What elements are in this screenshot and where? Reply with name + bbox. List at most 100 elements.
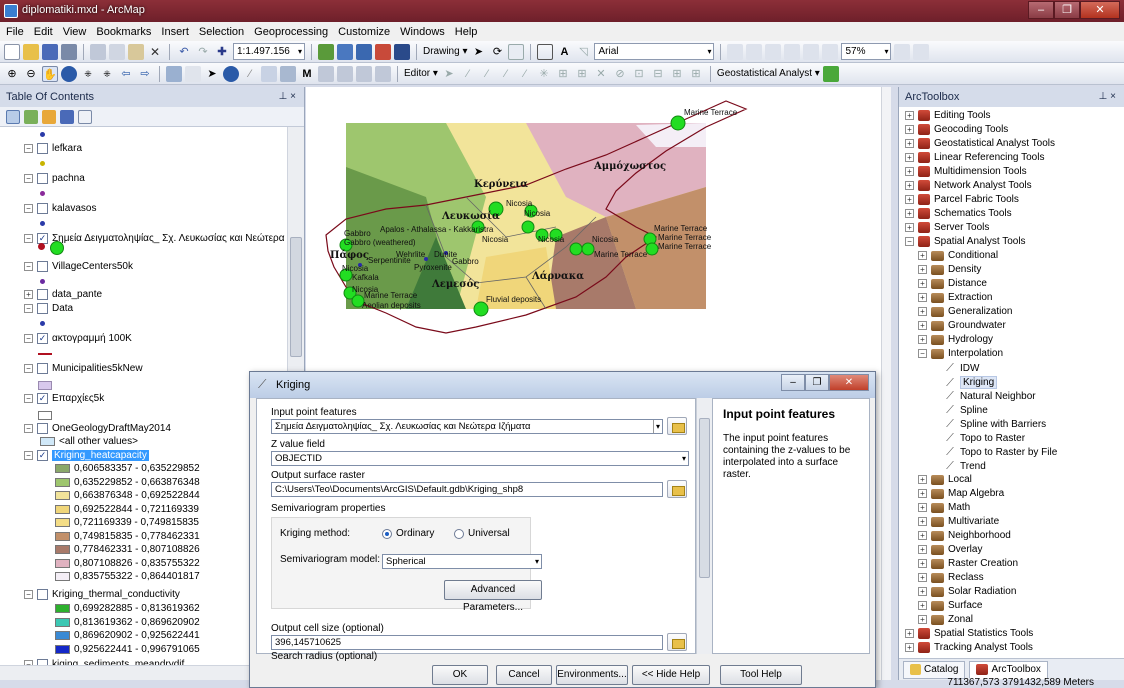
dialog-minimize-button[interactable]: –: [781, 374, 805, 391]
layer-checkbox[interactable]: [37, 303, 48, 314]
edit-tool-icon[interactable]: ➤: [441, 66, 457, 82]
layer-checkbox[interactable]: ✓: [37, 393, 48, 404]
catalog-window-icon[interactable]: [356, 43, 372, 60]
tool-help-button[interactable]: Tool Help: [720, 665, 802, 685]
expand-icon[interactable]: +: [905, 223, 914, 232]
toolbox-item[interactable]: + Geocoding Tools: [905, 124, 1008, 135]
delete-icon[interactable]: ✕: [147, 44, 163, 60]
toolbox-item[interactable]: + Schematics Tools: [905, 208, 1012, 219]
editor-menu[interactable]: Editor ▾: [404, 68, 438, 79]
attributes-icon[interactable]: ⊟: [650, 66, 666, 82]
layer-row[interactable]: − pachna: [24, 173, 85, 184]
toolbox-item[interactable]: + Groundwater: [918, 320, 1006, 331]
menu-windows[interactable]: Windows: [400, 26, 445, 38]
list-by-source-icon[interactable]: [24, 109, 38, 124]
toolbox-item[interactable]: + Server Tools: [905, 222, 989, 233]
toolbox-item[interactable]: ⟋ Kriging: [931, 376, 998, 389]
back-extent-icon[interactable]: ⇦: [118, 66, 134, 82]
toolbox-item[interactable]: + Surface: [918, 600, 982, 611]
tab-catalog[interactable]: Catalog: [903, 660, 966, 679]
cut-icon[interactable]: [90, 43, 106, 60]
drawing-menu[interactable]: Drawing ▾: [423, 46, 467, 57]
ok-button[interactable]: OK: [432, 665, 488, 685]
toolbox-item[interactable]: + Generalization: [918, 306, 1012, 317]
expand-icon[interactable]: +: [918, 615, 927, 624]
table-of-contents-icon[interactable]: [337, 43, 353, 60]
geostatistical-wizard-icon[interactable]: [822, 65, 839, 82]
new-document-icon[interactable]: [4, 43, 20, 60]
create-features-icon[interactable]: ⊞: [688, 66, 704, 82]
edit-annotation-icon[interactable]: ⁄: [460, 66, 476, 82]
collapse-icon[interactable]: −: [905, 237, 914, 246]
layout-zoom-in-icon[interactable]: [727, 43, 744, 60]
expand-icon[interactable]: +: [918, 251, 927, 260]
browse-input-button[interactable]: [667, 417, 687, 435]
layer-checkbox[interactable]: [37, 203, 48, 214]
undo-icon[interactable]: ↶: [176, 44, 192, 60]
collapse-icon[interactable]: −: [24, 394, 33, 403]
toolbox-item[interactable]: ⟋ Natural Neighbor: [931, 390, 1035, 402]
environments-button[interactable]: Environments...: [556, 665, 628, 685]
font-combo[interactable]: Arial ▾: [594, 43, 715, 60]
toolbox-item[interactable]: + Parcel Fabric Tools: [905, 194, 1019, 205]
layer-row[interactable]: − Data: [24, 303, 73, 314]
menu-edit[interactable]: Edit: [34, 26, 53, 38]
semivariogram-model-combo[interactable]: Spherical ▾: [382, 554, 542, 569]
toolbox-item[interactable]: + Raster Creation: [918, 558, 1018, 569]
open-folder-icon[interactable]: [23, 43, 39, 60]
text-style-icon[interactable]: ◹: [575, 44, 591, 60]
expand-icon[interactable]: +: [905, 209, 914, 218]
select-elements-arrow-icon[interactable]: ➤: [204, 66, 220, 82]
expand-icon[interactable]: +: [905, 139, 914, 148]
copy-icon[interactable]: [109, 43, 125, 60]
toolbox-item[interactable]: + Multivariate: [918, 516, 999, 527]
layer-checkbox[interactable]: [37, 589, 48, 600]
toolbox-item[interactable]: + Map Algebra: [918, 488, 1004, 499]
dialog-maximize-button[interactable]: ❐: [805, 374, 829, 391]
zoom-percent-combo[interactable]: 57% ▾: [841, 43, 892, 60]
layer-row[interactable]: − lefkara: [24, 143, 82, 154]
expand-icon[interactable]: +: [918, 517, 927, 526]
toolbox-item[interactable]: ⟋ IDW: [931, 362, 979, 374]
focus-data-frame-icon[interactable]: [913, 43, 930, 60]
map-vertical-scrollbar[interactable]: [881, 87, 891, 680]
collapse-icon[interactable]: −: [24, 304, 33, 313]
layer-checkbox[interactable]: [37, 261, 48, 272]
toolbox-item[interactable]: + Density: [918, 264, 981, 275]
identify-icon[interactable]: [223, 65, 239, 82]
straight-segment-icon[interactable]: ⁄: [479, 66, 495, 82]
collapse-icon[interactable]: −: [918, 349, 927, 358]
add-data-icon[interactable]: ✚: [214, 44, 230, 60]
toolbox-item[interactable]: + Overlay: [918, 544, 982, 555]
fixed-zoom-out-icon[interactable]: ⁜: [99, 66, 115, 82]
find-route-icon[interactable]: [318, 65, 334, 82]
layout-zoom-out-icon[interactable]: [746, 43, 763, 60]
layer-checkbox[interactable]: ✓: [37, 450, 48, 461]
toolbox-item[interactable]: + Conditional: [918, 250, 998, 261]
toolbox-item[interactable]: ⟋ Spline: [931, 404, 988, 416]
end-point-arc-icon[interactable]: ⁄: [498, 66, 514, 82]
layout-fixed-zoom-in-icon[interactable]: [784, 43, 801, 60]
layer-row[interactable]: − Municipalities5kNew: [24, 363, 143, 374]
toolbox-item[interactable]: + Reclass: [918, 572, 984, 583]
layer-row[interactable]: − kalavasos: [24, 203, 96, 214]
expand-icon[interactable]: +: [905, 629, 914, 638]
output-raster-input[interactable]: C:\Users\Teo\Documents\ArcGIS\Default.gd…: [271, 482, 663, 497]
trace-icon[interactable]: ⁄: [517, 66, 533, 82]
zoom-in-icon[interactable]: ⊕: [4, 66, 20, 82]
toolbox-item[interactable]: + Extraction: [918, 292, 992, 303]
expand-icon[interactable]: +: [918, 321, 927, 330]
expand-icon[interactable]: +: [905, 643, 914, 652]
menu-selection[interactable]: Selection: [199, 26, 244, 38]
toolbox-item[interactable]: + Geostatistical Analyst Tools: [905, 138, 1055, 149]
hide-help-button[interactable]: << Hide Help: [632, 665, 710, 685]
menu-customize[interactable]: Customize: [338, 26, 390, 38]
html-popup-icon[interactable]: [261, 65, 277, 82]
scale-combo[interactable]: 1:1.497.156 ▾: [233, 43, 305, 60]
dialog-close-button[interactable]: ✕: [829, 374, 869, 391]
toolbox-item[interactable]: + Multidimension Tools: [905, 166, 1027, 177]
layer-checkbox[interactable]: [37, 363, 48, 374]
menu-bookmarks[interactable]: Bookmarks: [96, 26, 151, 38]
menu-file[interactable]: File: [6, 26, 24, 38]
layout-pan-icon[interactable]: [765, 43, 782, 60]
